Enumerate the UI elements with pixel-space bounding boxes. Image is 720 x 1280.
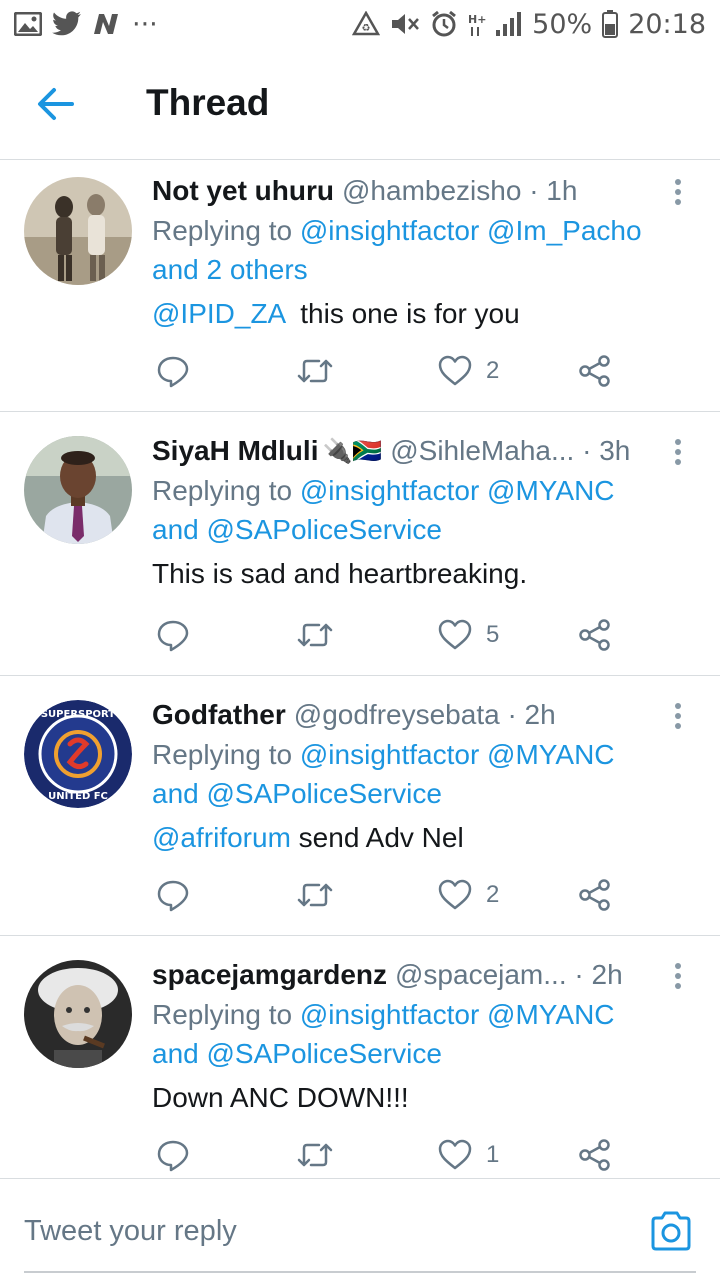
- tweet-time: · 3h: [582, 435, 631, 466]
- author-handle[interactable]: @hambezisho: [342, 174, 521, 208]
- like-button[interactable]: 2: [438, 877, 499, 913]
- tweet-text: This is sad and heartbreaking.: [152, 558, 528, 589]
- more-vert-icon[interactable]: [666, 702, 690, 732]
- author-handle[interactable]: @SihleMaha...: [390, 434, 574, 468]
- avatar-text-top: SUPERSPORT: [41, 709, 115, 720]
- retweet-icon[interactable]: [297, 877, 333, 913]
- avatar[interactable]: SUPERSPORT UNITED FC: [24, 700, 132, 808]
- status-bar: ··· ♻ H+ 50% 20:18: [0, 0, 720, 48]
- avatar[interactable]: [24, 177, 132, 285]
- author-name[interactable]: Not yet uhuru: [152, 174, 334, 208]
- avatar[interactable]: [24, 436, 132, 544]
- tweet-actions: 1: [152, 1137, 622, 1177]
- reply-mentions[interactable]: @insightfactor @MYANC: [300, 999, 615, 1030]
- tweet-header: spacejamgardenz @spacejam... · 2h: [152, 958, 690, 992]
- reply-icon[interactable]: [156, 877, 190, 913]
- reply-input[interactable]: Tweet your reply: [24, 1215, 237, 1248]
- author-name[interactable]: spacejamgardenz: [152, 958, 387, 992]
- share-icon[interactable]: [578, 877, 612, 913]
- heart-icon: [438, 355, 472, 386]
- reply-mentions[interactable]: @insightfactor @MYANC: [300, 739, 615, 770]
- battery-icon: [602, 10, 619, 38]
- author-name[interactable]: SiyaH Mdluli: [152, 434, 318, 468]
- reply-icon[interactable]: [156, 353, 190, 389]
- twitter-icon: [52, 11, 82, 37]
- like-button[interactable]: 1: [438, 1137, 499, 1173]
- share-icon[interactable]: [578, 617, 612, 653]
- reply-icon[interactable]: [156, 617, 190, 653]
- tweet-time: · 2h: [507, 699, 556, 730]
- tweet-time: · 1h: [529, 175, 578, 206]
- back-arrow-icon[interactable]: [36, 86, 76, 122]
- author-handle[interactable]: @spacejam...: [395, 958, 567, 992]
- image-icon: [14, 12, 42, 36]
- tweet-time: · 2h: [574, 959, 623, 990]
- share-icon[interactable]: [578, 353, 612, 389]
- recycle-icon: ♻: [352, 11, 381, 37]
- tweet[interactable]: SUPERSPORT UNITED FC Godfather @godfreys…: [0, 676, 720, 936]
- header: Thread: [0, 48, 720, 160]
- tweet-actions: 2: [152, 877, 622, 917]
- n-app-icon: [92, 12, 122, 36]
- heart-icon: [438, 1139, 472, 1170]
- tweet[interactable]: Not yet uhuru @hambezisho · 1h Replying …: [0, 160, 720, 412]
- tweet-actions: 2: [152, 353, 622, 393]
- tweet[interactable]: SiyaH Mdluli 🔌🇿🇦 @SihleMaha... · 3h Repl…: [0, 412, 720, 676]
- camera-icon[interactable]: [650, 1211, 692, 1251]
- replying-to: Replying to @insightfactor @MYANC and @S…: [152, 999, 615, 1069]
- tweet-header: Godfather @godfreysebata · 2h: [152, 698, 690, 732]
- tweet[interactable]: spacejamgardenz @spacejam... · 2h Replyi…: [0, 936, 720, 1178]
- replying-to: Replying to @insightfactor @Im_Pacho and…: [152, 215, 642, 285]
- alarm-icon: [430, 10, 458, 38]
- notification-dots: ···: [132, 8, 158, 40]
- body-mention[interactable]: @IPID_ZA: [152, 298, 285, 329]
- reply-others[interactable]: and 2 others: [152, 254, 308, 285]
- like-button[interactable]: 2: [438, 353, 499, 389]
- tweet-actions: 5: [152, 617, 622, 657]
- more-vert-icon[interactable]: [666, 438, 690, 468]
- tweet-header: SiyaH Mdluli 🔌🇿🇦 @SihleMaha... · 3h: [152, 434, 690, 468]
- tweet-text: @afriforum send Adv Nel: [152, 822, 464, 853]
- clock: 20:18: [628, 8, 706, 40]
- more-vert-icon[interactable]: [666, 178, 690, 208]
- svg-text:H+: H+: [468, 13, 486, 26]
- replying-to: Replying to @insightfactor @MYANC and @S…: [152, 475, 615, 545]
- reply-mentions[interactable]: @insightfactor @Im_Pacho: [300, 215, 642, 246]
- avatar[interactable]: [24, 960, 132, 1068]
- tweet-text: @IPID_ZA this one is for you: [152, 298, 520, 329]
- reply-others[interactable]: and @SAPoliceService: [152, 514, 442, 545]
- like-count: 5: [486, 621, 500, 648]
- retweet-icon[interactable]: [297, 353, 333, 389]
- like-count: 2: [486, 357, 500, 384]
- battery-percent: 50%: [532, 8, 593, 40]
- reply-others[interactable]: and @SAPoliceService: [152, 1038, 442, 1069]
- avatar-text-bottom: UNITED FC: [48, 791, 108, 802]
- share-icon[interactable]: [578, 1137, 612, 1173]
- svg-text:♻: ♻: [362, 23, 371, 34]
- page-title: Thread: [146, 82, 270, 123]
- retweet-icon[interactable]: [297, 1137, 333, 1173]
- author-name[interactable]: Godfather: [152, 698, 286, 732]
- like-count: 1: [486, 1141, 500, 1168]
- replying-to: Replying to @insightfactor @MYANC and @S…: [152, 739, 615, 809]
- author-handle[interactable]: @godfreysebata: [294, 698, 500, 732]
- reply-others[interactable]: and @SAPoliceService: [152, 778, 442, 809]
- heart-icon: [438, 879, 472, 910]
- reply-underline: [24, 1271, 696, 1273]
- like-button[interactable]: 5: [438, 617, 499, 653]
- heart-icon: [438, 619, 472, 650]
- reply-bar: Tweet your reply: [0, 1178, 720, 1280]
- mute-icon: [390, 11, 420, 37]
- retweet-icon[interactable]: [297, 617, 333, 653]
- tweet-header: Not yet uhuru @hambezisho · 1h: [152, 174, 690, 208]
- more-vert-icon[interactable]: [666, 962, 690, 992]
- like-count: 2: [486, 881, 500, 908]
- name-emoji: 🔌🇿🇦: [322, 437, 383, 465]
- reply-icon[interactable]: [156, 1137, 190, 1173]
- tweet-text: Down ANC DOWN!!!: [152, 1082, 409, 1113]
- reply-mentions[interactable]: @insightfactor @MYANC: [300, 475, 615, 506]
- signal-icon: H+: [468, 10, 522, 38]
- body-mention[interactable]: @afriforum: [152, 822, 291, 853]
